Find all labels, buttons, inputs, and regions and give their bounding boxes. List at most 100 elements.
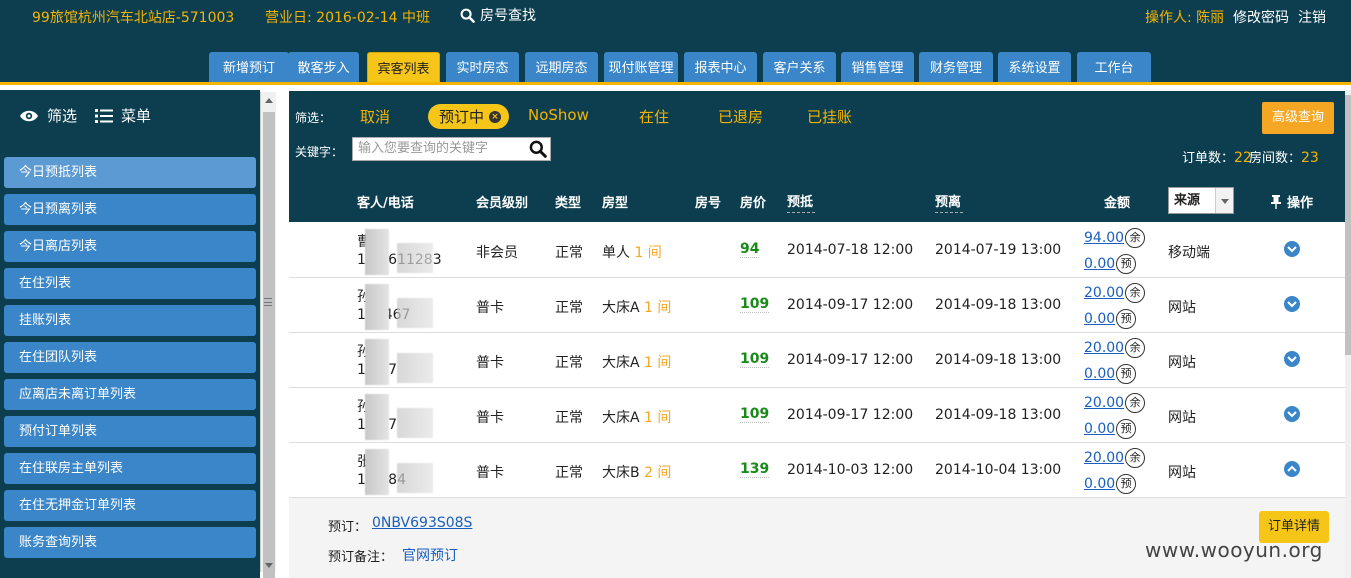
keyword-input[interactable]: 输入您要查询的关键字	[352, 137, 551, 161]
filter-chip-on-account[interactable]: 已挂账	[807, 106, 852, 127]
sidebar-item-1[interactable]: 今日预离列表	[4, 194, 256, 225]
balance-link[interactable]: 20.00	[1084, 450, 1124, 466]
chevron-down-icon[interactable]	[1284, 406, 1300, 422]
change-password-link[interactable]: 修改密码	[1233, 7, 1289, 27]
room-price[interactable]: 109	[740, 406, 770, 423]
sidebar-item-9[interactable]: 在住无押金订单列表	[4, 490, 256, 521]
scrollbar-thumb[interactable]	[263, 112, 275, 578]
arrive-time: 2014-09-17 12:00	[787, 297, 914, 313]
scroll-down-arrow-icon[interactable]	[265, 563, 273, 568]
order-source: 网站	[1168, 300, 1196, 316]
tab-6[interactable]: 报表中心	[684, 52, 757, 83]
privacy-blur	[397, 408, 433, 438]
tab-9[interactable]: 财务管理	[919, 52, 993, 83]
remove-filter-icon[interactable]: ×	[489, 110, 502, 123]
col-arrive[interactable]: 预抵	[787, 191, 816, 213]
room-price[interactable]: 109	[740, 296, 770, 313]
tab-8[interactable]: 销售管理	[841, 52, 914, 83]
privacy-blur	[365, 284, 389, 330]
filter-chip-in-house[interactable]: 在住	[639, 106, 669, 127]
room-search-label: 房号查找	[480, 8, 536, 24]
filter-chip-noshow[interactable]: NoShow	[528, 106, 589, 124]
arrive-time: 2014-09-17 12:00	[787, 407, 914, 423]
page-scrollbar[interactable]	[1345, 90, 1351, 578]
sidebar-item-8[interactable]: 在住联房主单列表	[4, 453, 256, 484]
prepay-badge: 预	[1116, 419, 1137, 439]
depart-time: 2014-09-18 13:00	[935, 297, 1062, 313]
filter-chip-checked-out[interactable]: 已退房	[718, 106, 763, 127]
chevron-up-icon[interactable]	[1284, 461, 1300, 477]
business-date: 营业日: 2016-02-14 中班	[265, 10, 430, 26]
sidebar-item-0[interactable]: 今日预抵列表	[4, 157, 256, 188]
room-search-link[interactable]: 房号查找	[460, 5, 536, 25]
order-no-link[interactable]: 0NBV693S08S	[372, 515, 472, 531]
privacy-blur	[397, 353, 433, 383]
balance-link[interactable]: 20.00	[1084, 285, 1124, 301]
nav-underline	[0, 82, 1351, 85]
member-level: 普卡	[476, 410, 504, 426]
table-row[interactable]: 孙1 467普卡正常大床A 1 间1092014-09-17 12:002014…	[289, 388, 1345, 443]
advanced-search-button[interactable]: 高级查询	[1262, 102, 1334, 134]
top-bar: 99旅馆杭州汽车北站店-571003 营业日: 2016-02-14 中班 房号…	[0, 0, 1351, 32]
privacy-blur	[365, 339, 389, 385]
sidebar-item-4[interactable]: 挂账列表	[4, 305, 256, 336]
tab-10[interactable]: 系统设置	[998, 52, 1071, 83]
prepay-link[interactable]: 0.00	[1084, 421, 1115, 437]
sidebar-menu-toggle[interactable]: 菜单	[95, 105, 151, 126]
order-no-label: 预订：	[328, 520, 368, 535]
tab-2[interactable]: 宾客列表	[367, 52, 440, 83]
room-price[interactable]: 109	[740, 351, 770, 368]
tab-11[interactable]: 工作台	[1077, 52, 1151, 83]
sidebar-item-6[interactable]: 应离店未离订单列表	[4, 379, 256, 410]
balance-link[interactable]: 20.00	[1084, 340, 1124, 356]
privacy-blur	[397, 463, 433, 493]
chevron-down-icon[interactable]	[1284, 241, 1300, 257]
tab-7[interactable]: 客户关系	[763, 52, 836, 83]
table-row[interactable]: 孙1 467普卡正常大床A 1 间1092014-09-17 12:002014…	[289, 333, 1345, 388]
sidebar-scrollbar[interactable]	[260, 92, 276, 578]
sidebar-item-3[interactable]: 在住列表	[4, 268, 256, 299]
tab-3[interactable]: 实时房态	[446, 52, 519, 83]
balance-link[interactable]: 20.00	[1084, 395, 1124, 411]
keyword-search-icon[interactable]	[529, 140, 547, 162]
prepay-link[interactable]: 0.00	[1084, 366, 1115, 382]
source-select[interactable]: 来源	[1168, 187, 1234, 214]
chevron-down-icon[interactable]	[1284, 296, 1300, 312]
balance-link[interactable]: 94.00	[1084, 230, 1124, 246]
table-row[interactable]: 曹1 82611283非会员正常单人 1 间942014-07-18 12:00…	[289, 223, 1345, 278]
prepay-link[interactable]: 0.00	[1084, 311, 1115, 327]
sidebar-filter-toggle[interactable]: 筛选	[19, 105, 77, 126]
sidebar-item-5[interactable]: 在住团队列表	[4, 342, 256, 373]
filter-chip-cancel[interactable]: 取消	[360, 106, 390, 127]
tab-4[interactable]: 远期房态	[525, 52, 598, 83]
keyword-label: 关键字：	[295, 145, 344, 159]
filter-chip-booking[interactable]: 预订中 ×	[428, 104, 510, 129]
prepay-link[interactable]: 0.00	[1084, 256, 1115, 272]
table-row[interactable]: 张1 5584普卡正常大床B 2 间1392014-10-03 12:00201…	[289, 443, 1345, 498]
order-type: 正常	[555, 355, 583, 371]
scroll-up-arrow-icon[interactable]	[265, 98, 273, 103]
member-level: 普卡	[476, 300, 504, 316]
prepay-badge: 预	[1116, 254, 1137, 274]
watermark: www.wooyun.org	[1145, 538, 1323, 562]
tab-5[interactable]: 现付账管理	[604, 52, 678, 83]
chevron-down-icon[interactable]	[1284, 351, 1300, 367]
room-price[interactable]: 139	[740, 461, 770, 478]
tab-1[interactable]: 散客步入	[288, 52, 359, 83]
table-row[interactable]: 孙1 7 467普卡正常大床A 1 间1092014-09-17 12:0020…	[289, 278, 1345, 333]
sidebar-item-2[interactable]: 今日离店列表	[4, 231, 256, 262]
table-header: 客人/电话 会员级别 类型 房型 房号 房价 预抵 预离 金额 来源 操作	[289, 178, 1345, 222]
depart-time: 2014-09-18 13:00	[935, 352, 1062, 368]
prepay-link[interactable]: 0.00	[1084, 476, 1115, 492]
logout-link[interactable]: 注销	[1298, 7, 1326, 27]
operator-name: 陈丽	[1196, 10, 1225, 26]
sidebar-item-7[interactable]: 预付订单列表	[4, 416, 256, 447]
order-source: 网站	[1168, 355, 1196, 371]
member-level: 非会员	[476, 245, 518, 261]
page-scrollbar-thumb[interactable]	[1345, 95, 1351, 355]
sidebar-item-10[interactable]: 账务查询列表	[4, 527, 256, 558]
col-depart[interactable]: 预离	[935, 191, 964, 213]
tab-0[interactable]: 新增预订	[209, 52, 289, 83]
privacy-blur	[397, 298, 433, 328]
room-price[interactable]: 94	[740, 241, 760, 258]
